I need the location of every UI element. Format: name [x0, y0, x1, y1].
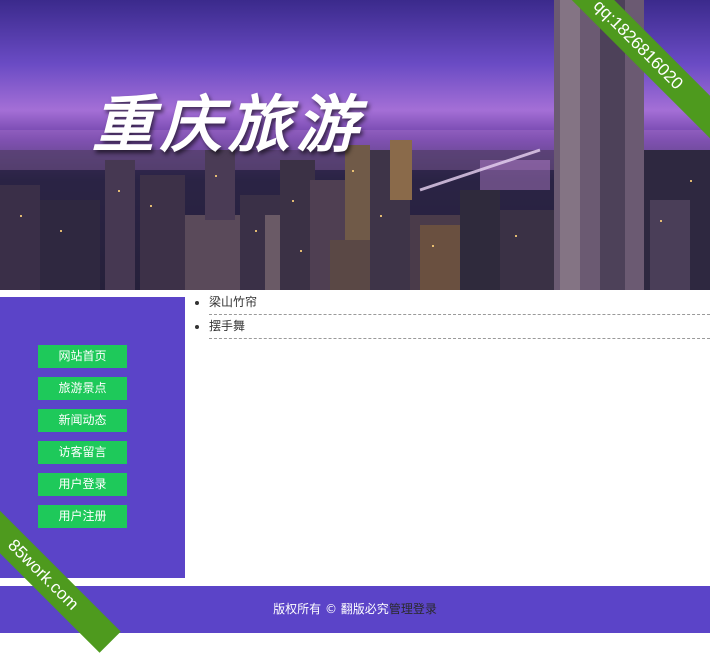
admin-login-link[interactable]: 管理登录	[389, 602, 437, 616]
nav-guestbook-button[interactable]: 访客留言	[38, 441, 127, 464]
nav-login-button[interactable]: 用户登录	[38, 473, 127, 496]
nav-home-button[interactable]: 网站首页	[38, 345, 127, 368]
copyright-text: 版权所有 © 翻版必究	[273, 602, 389, 616]
nav-news-button[interactable]: 新闻动态	[38, 409, 127, 432]
nav-item-attractions: 旅游景点	[38, 377, 127, 400]
list-item-link[interactable]: 梁山竹帘	[209, 295, 257, 309]
nav-item-login: 用户登录	[38, 473, 127, 496]
nav-register-button[interactable]: 用户注册	[38, 505, 127, 528]
header-banner: 重庆旅游	[0, 0, 710, 290]
sidebar: 网站首页 旅游景点 新闻动态 访客留言 用户登录 用户注册	[0, 297, 185, 578]
nav-item-guestbook: 访客留言	[38, 441, 127, 464]
nav-attractions-button[interactable]: 旅游景点	[38, 377, 127, 400]
site-title: 重庆旅游	[92, 88, 365, 161]
sidebar-nav: 网站首页 旅游景点 新闻动态 访客留言 用户登录 用户注册	[38, 345, 127, 537]
main-content: 梁山竹帘 摆手舞	[185, 291, 710, 339]
nav-item-register: 用户注册	[38, 505, 127, 528]
item-list: 梁山竹帘 摆手舞	[185, 291, 710, 339]
list-item: 摆手舞	[209, 315, 710, 339]
list-item: 梁山竹帘	[209, 291, 710, 315]
list-item-link[interactable]: 摆手舞	[209, 319, 245, 333]
nav-item-home: 网站首页	[38, 345, 127, 368]
nav-item-news: 新闻动态	[38, 409, 127, 432]
